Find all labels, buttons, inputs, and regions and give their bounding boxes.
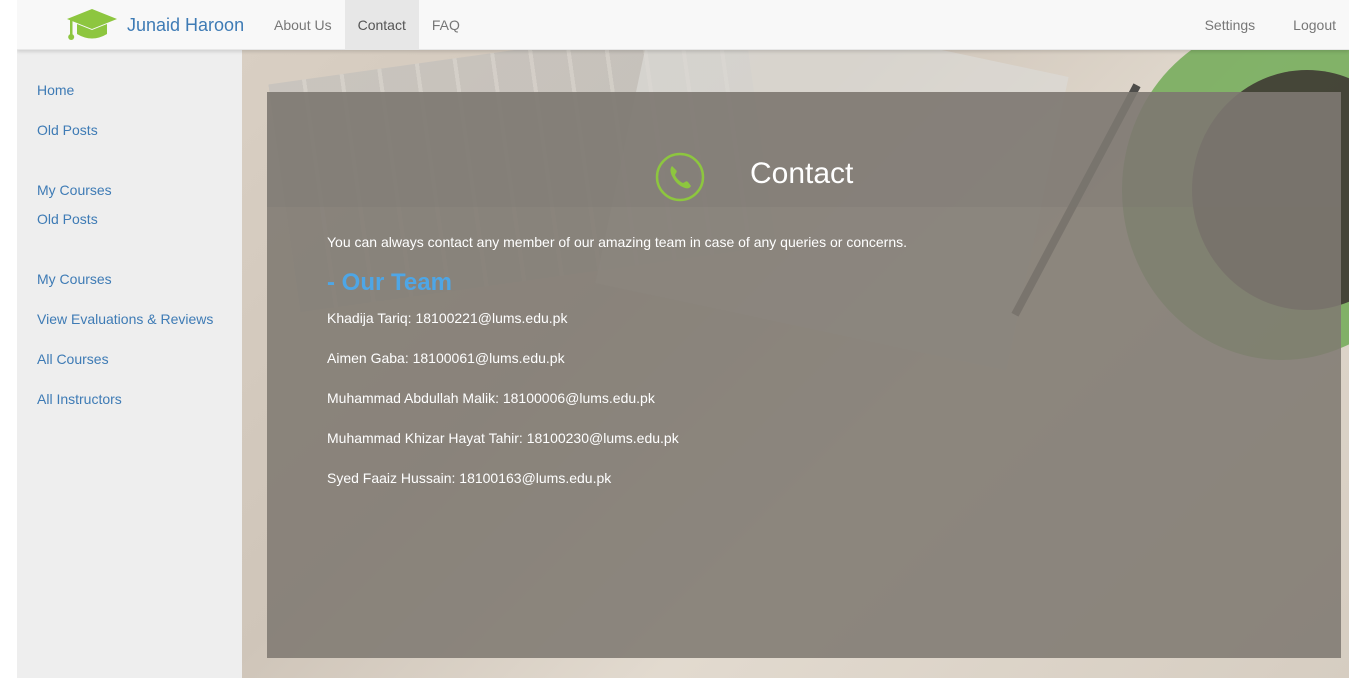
sidebar-item-my-courses[interactable]: My Courses (17, 180, 242, 200)
nav-settings[interactable]: Settings (1180, 0, 1269, 50)
nav-contact[interactable]: Contact (344, 0, 419, 50)
phone-icon (655, 152, 705, 202)
brand-name[interactable]: Junaid Haroon (127, 15, 244, 36)
team-member: Muhammad Khizar Hayat Tahir: 18100230@lu… (327, 430, 679, 446)
sidebar-item-old-posts[interactable]: Old Posts (17, 120, 242, 140)
team-member: Khadija Tariq: 18100221@lums.edu.pk (327, 310, 568, 326)
nav-faq[interactable]: FAQ (419, 0, 473, 50)
team-heading: - Our Team (327, 269, 452, 296)
sidebar-item-view-evaluations[interactable]: View Evaluations & Reviews (17, 309, 242, 329)
sidebar-item-home[interactable]: Home (17, 80, 242, 100)
team-member: Muhammad Abdullah Malik: 18100006@lums.e… (327, 390, 655, 406)
sidebar-item-all-instructors[interactable]: All Instructors (17, 389, 242, 409)
nav-logout[interactable]: Logout (1268, 0, 1349, 50)
brand-link[interactable]: Junaid Haroon (66, 0, 244, 50)
sidebar-item-old-posts-2[interactable]: Old Posts (17, 209, 242, 229)
graduation-cap-icon (67, 9, 117, 40)
sidebar-item-my-courses-2[interactable]: My Courses (17, 269, 242, 289)
sidebar-item-all-courses[interactable]: All Courses (17, 349, 242, 369)
nav-about-us[interactable]: About Us (261, 0, 345, 50)
team-member: Aimen Gaba: 18100061@lums.edu.pk (327, 350, 565, 366)
page-title: Contact (750, 157, 854, 190)
contact-intro: You can always contact any member of our… (327, 234, 908, 250)
team-member: Syed Faaiz Hussain: 18100163@lums.edu.pk (327, 470, 612, 486)
top-navbar: Junaid Haroon About Us Contact FAQ Setti… (17, 0, 1349, 50)
sidebar: Home Old Posts My Courses Old Posts My C… (17, 50, 242, 678)
page: Junaid Haroon About Us Contact FAQ Setti… (17, 0, 1349, 678)
main-content: Contact You can always contact any membe… (242, 50, 1349, 678)
nav-left: About Us Contact FAQ (261, 0, 473, 50)
contact-panel: Contact You can always contact any membe… (267, 92, 1341, 658)
nav-right: Settings Logout (1180, 0, 1349, 50)
